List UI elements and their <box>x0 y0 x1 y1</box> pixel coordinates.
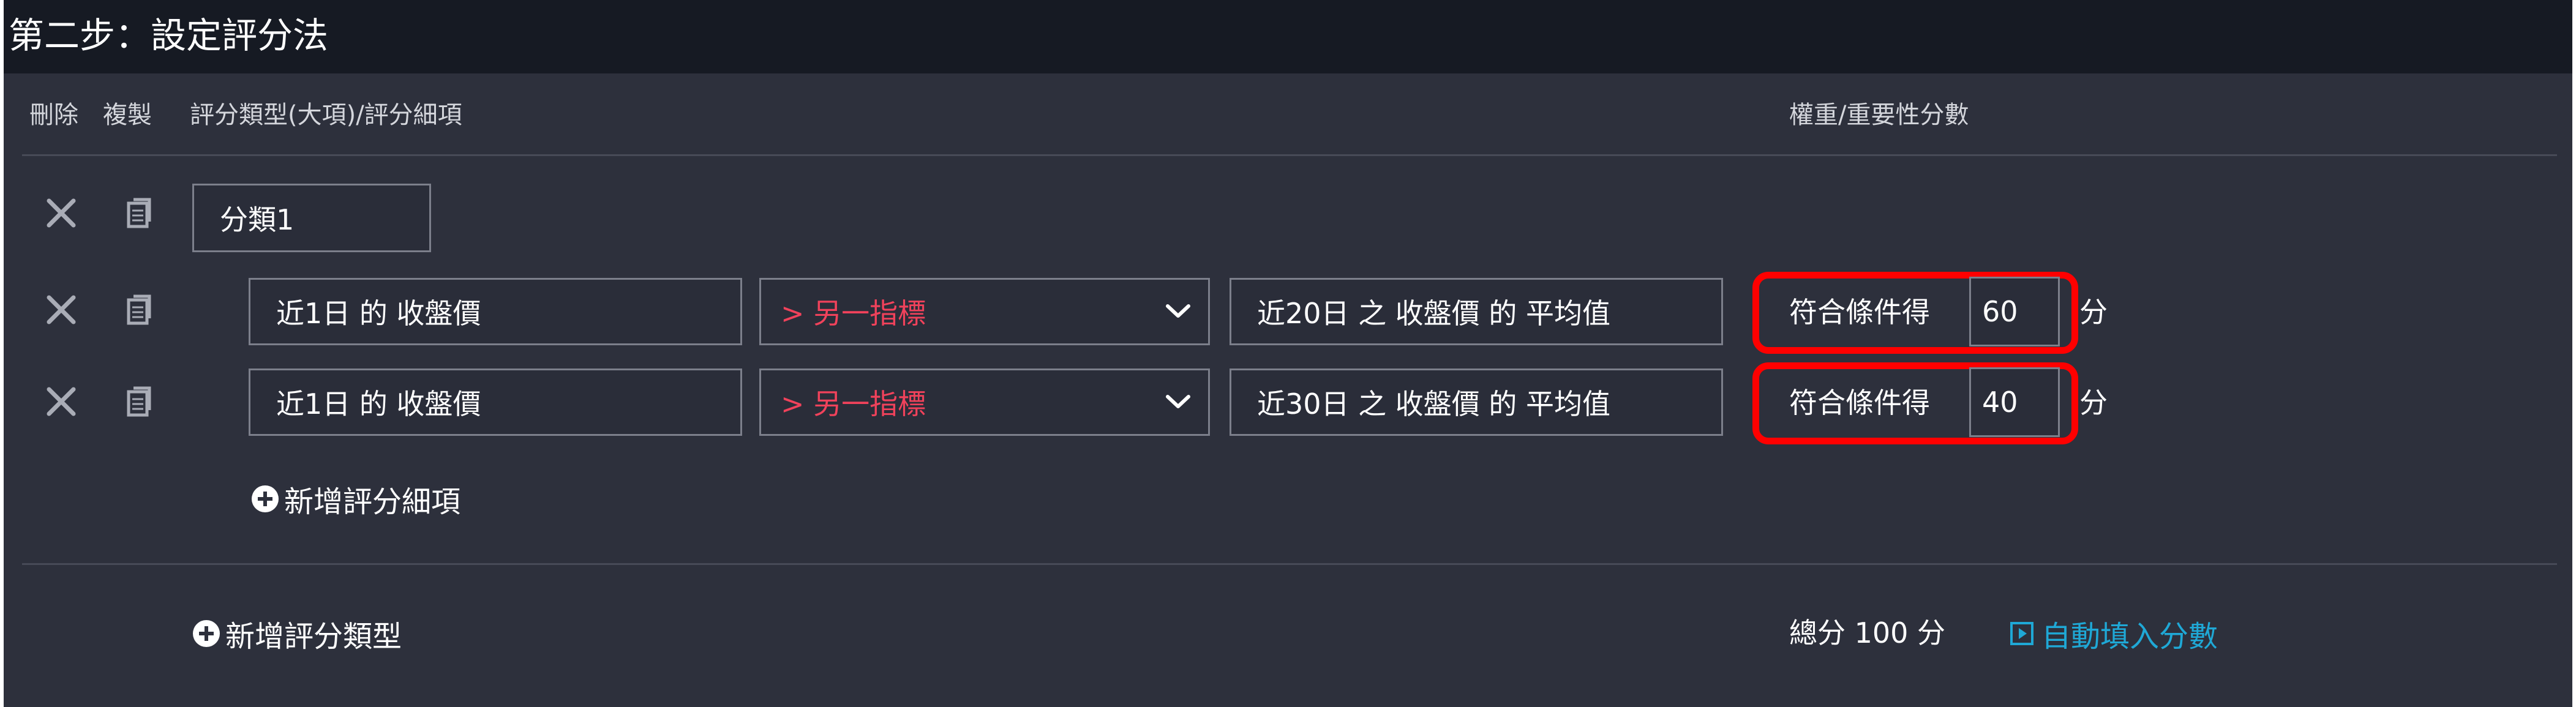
left-indicator-field[interactable]: 近1日 的 收盤價 <box>249 368 742 436</box>
plus-circle-icon <box>193 620 220 647</box>
play-square-icon <box>2010 622 2033 645</box>
score-input[interactable]: 40 <box>1969 367 2060 437</box>
page-title: 第二步：設定評分法 <box>9 15 329 56</box>
header-type: 評分類型(大項)/評分細項 <box>190 101 462 129</box>
header-divider <box>22 154 2557 156</box>
copy-icon[interactable] <box>120 383 157 420</box>
header-copy: 複製 <box>103 101 152 129</box>
operator-value: > 另一指標 <box>781 297 926 330</box>
score-label: 符合條件得 <box>1789 386 1930 419</box>
header-delete: 刪除 <box>29 101 78 129</box>
header-weight: 權重/重要性分數 <box>1789 101 1969 129</box>
score-input[interactable]: 60 <box>1969 277 2060 346</box>
right-indicator-field[interactable]: 近30日 之 收盤價 的 平均值 <box>1230 368 1723 436</box>
operator-value: > 另一指標 <box>781 387 926 421</box>
right-indicator-field[interactable]: 近20日 之 收盤價 的 平均值 <box>1230 278 1723 345</box>
operator-select[interactable]: > 另一指標 <box>759 368 1210 436</box>
copy-icon[interactable] <box>120 195 157 231</box>
add-detail-button[interactable]: 新增評分細項 <box>251 477 460 520</box>
copy-icon[interactable] <box>120 291 157 328</box>
section-divider <box>22 563 2557 565</box>
add-type-button[interactable]: 新增評分類型 <box>192 612 402 655</box>
title-bar: 第二步：設定評分法 <box>4 0 2572 73</box>
category-name-field[interactable]: 分類1 <box>192 184 431 252</box>
chevron-down-icon <box>1166 304 1190 318</box>
autofill-label: 自動填入分數 <box>2041 619 2218 654</box>
close-icon[interactable] <box>43 291 80 328</box>
score-unit: 分 <box>2079 296 2108 329</box>
close-icon[interactable] <box>43 195 80 231</box>
score-unit: 分 <box>2079 386 2108 419</box>
left-indicator-field[interactable]: 近1日 的 收盤價 <box>249 278 742 345</box>
add-detail-label: 新增評分細項 <box>284 485 461 519</box>
score-label: 符合條件得 <box>1789 296 1930 329</box>
total-score: 總分 100 分 <box>1789 616 1946 649</box>
autofill-button[interactable]: 自動填入分數 <box>2010 612 2218 655</box>
scoring-panel: 第二步：設定評分法 刪除 複製 評分類型(大項)/評分細項 權重/重要性分數 分… <box>0 0 2576 707</box>
plus-circle-icon <box>252 485 279 512</box>
add-type-label: 新增評分類型 <box>225 619 402 654</box>
close-icon[interactable] <box>43 383 80 420</box>
operator-select[interactable]: > 另一指標 <box>759 278 1210 345</box>
chevron-down-icon <box>1166 395 1190 408</box>
